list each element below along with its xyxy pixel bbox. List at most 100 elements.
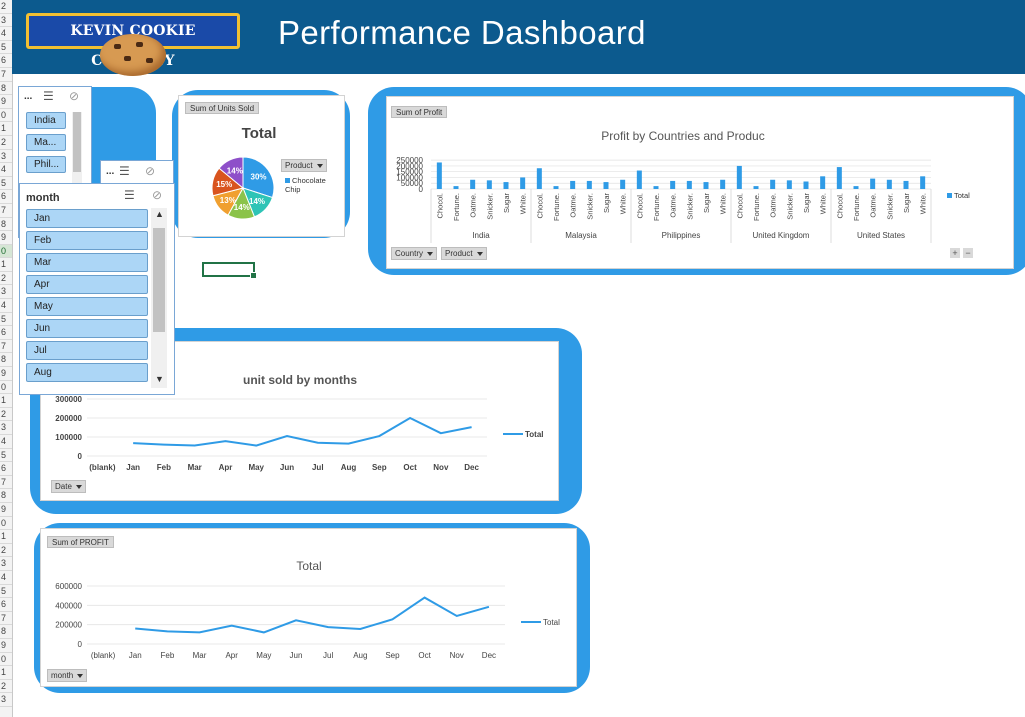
profit-month-chart-card[interactable]: Sum of PROFIT Total 0 200000 400000 600000(… [40, 528, 577, 687]
clear-filter-icon[interactable]: ⊘ [145, 164, 155, 178]
row-number[interactable]: 0 [0, 381, 12, 395]
row-number[interactable]: 0 [0, 244, 12, 259]
x-tick-label: Nov [433, 463, 449, 472]
row-number[interactable]: 7 [0, 204, 12, 218]
row-number[interactable]: 9 [0, 503, 12, 517]
x-tick-label: Feb [160, 651, 174, 660]
row-number[interactable]: 2 [0, 272, 12, 286]
row-number[interactable]: 8 [0, 353, 12, 368]
row-number[interactable]: 4 [0, 299, 12, 313]
country-slicer-item[interactable]: India [26, 112, 66, 129]
month-filter-button[interactable]: month [47, 669, 88, 682]
row-number[interactable]: 1 [0, 666, 12, 680]
x-tick-label: Sugar [602, 192, 611, 213]
country-slicer-item[interactable]: Phil... [26, 156, 66, 173]
pie-chart-card[interactable]: Sum of Units Sold Total 30% 14% 14% 13% 15% 1… [178, 95, 345, 237]
row-number[interactable]: 1 [0, 122, 12, 136]
row-number[interactable]: 7 [0, 476, 12, 490]
expand-field-button[interactable]: + [950, 248, 960, 258]
row-number[interactable]: 5 [0, 313, 12, 327]
row-number[interactable]: 4 [0, 27, 12, 41]
month-slicer-item-aug[interactable]: Aug [26, 363, 148, 382]
row-number[interactable]: 2 [0, 408, 12, 422]
month-slicer-item-jun[interactable]: Jun [26, 319, 148, 338]
product-axis-button[interactable]: Product [441, 247, 487, 260]
row-number[interactable]: 3 [0, 557, 12, 571]
row-number[interactable]: 9 [0, 231, 12, 245]
y-tick-label: 0 [78, 452, 83, 461]
month-slicer-item-jan[interactable]: Jan [26, 209, 148, 228]
row-number[interactable]: 6 [0, 190, 12, 204]
row-number[interactable]: 5 [0, 41, 12, 55]
bar [636, 170, 642, 189]
row-number[interactable]: 8 [0, 218, 12, 232]
x-tick-label: Oct [403, 463, 417, 472]
row-number[interactable]: 3 [0, 285, 12, 300]
clear-filter-icon[interactable]: ⊘ [69, 89, 79, 103]
row-number[interactable]: 0 [0, 109, 12, 123]
page-title: Performance Dashboard [278, 14, 646, 51]
month-slicer-item-mar[interactable]: Mar [26, 253, 148, 272]
bar [653, 186, 659, 189]
row-number[interactable]: 1 [0, 394, 12, 408]
row-number[interactable]: 7 [0, 340, 12, 354]
x-tick-label: Apr [219, 463, 233, 472]
row-number[interactable]: 1 [0, 258, 12, 272]
month-slicer-scrollbar[interactable]: ▲ ▼ [151, 208, 167, 388]
scroll-down-icon[interactable]: ▼ [155, 374, 164, 384]
row-number[interactable]: 4 [0, 571, 12, 585]
row-number[interactable]: 2 [0, 544, 12, 558]
row-number[interactable]: 6 [0, 54, 12, 68]
profit-country-chart-card[interactable]: Sum of Profit Profit by Countries and Pr… [386, 96, 1014, 269]
row-number[interactable]: 3 [0, 14, 12, 28]
month-slicer-item-feb[interactable]: Feb [26, 231, 148, 250]
country-slicer-item[interactable]: Ma... [26, 134, 66, 151]
multi-select-icon[interactable]: ☰ [124, 188, 135, 202]
row-number[interactable]: 7 [0, 612, 12, 626]
row-number[interactable]: 0 [0, 653, 12, 667]
bar [820, 176, 826, 189]
product-filter-button[interactable]: Product [281, 159, 327, 172]
month-slicer[interactable]: month ☰ ⊘ Jan Feb Mar Apr May Jun Jul Aug ▲ ▼ [19, 183, 175, 395]
row-number[interactable]: 6 [0, 462, 12, 476]
row-number[interactable]: 4 [0, 435, 12, 449]
multi-select-icon[interactable]: ☰ [119, 164, 130, 178]
row-number[interactable]: 5 [0, 449, 12, 463]
row-number[interactable]: 8 [0, 489, 12, 503]
month-slicer-item-may[interactable]: May [26, 297, 148, 316]
row-number[interactable]: 2 [0, 0, 12, 14]
x-tick-label: Chocol. [435, 193, 444, 218]
country-filter-button[interactable]: Country [391, 247, 438, 260]
month-slicer-item-jul[interactable]: Jul [26, 341, 148, 360]
row-number[interactable]: 9 [0, 639, 12, 653]
row-number[interactable]: 4 [0, 163, 12, 177]
active-cell-selection[interactable] [202, 262, 257, 279]
x-tick-label: May [248, 463, 264, 472]
row-number[interactable]: 5 [0, 585, 12, 599]
multi-select-icon[interactable]: ☰ [43, 89, 54, 103]
month-slicer-item-apr[interactable]: Apr [26, 275, 148, 294]
row-number[interactable]: 5 [0, 177, 12, 191]
x-tick-label: Dec [464, 463, 479, 472]
row-number[interactable]: 6 [0, 598, 12, 612]
y-tick-label: 250000 [396, 156, 423, 165]
clear-filter-icon[interactable]: ⊘ [152, 188, 162, 202]
row-number[interactable]: 3 [0, 693, 12, 707]
y-tick-label: 200000 [55, 621, 82, 630]
row-number[interactable]: 2 [0, 136, 12, 150]
row-number[interactable]: 1 [0, 530, 12, 544]
row-number[interactable]: 9 [0, 367, 12, 381]
date-filter-button[interactable]: Date [51, 480, 86, 493]
row-number[interactable]: 0 [0, 517, 12, 531]
row-number[interactable]: 8 [0, 82, 12, 96]
row-number[interactable]: 6 [0, 326, 12, 340]
row-number[interactable]: 3 [0, 421, 12, 435]
collapse-field-button[interactable]: − [963, 248, 973, 258]
scroll-up-icon[interactable]: ▲ [155, 209, 164, 219]
row-number[interactable]: 7 [0, 68, 12, 82]
row-number[interactable]: 9 [0, 95, 12, 109]
row-number[interactable]: 8 [0, 625, 12, 639]
row-number[interactable]: 2 [0, 680, 12, 694]
bar-chart-title: Profit by Countries and Produc [601, 129, 764, 143]
row-number[interactable]: 3 [0, 150, 12, 164]
